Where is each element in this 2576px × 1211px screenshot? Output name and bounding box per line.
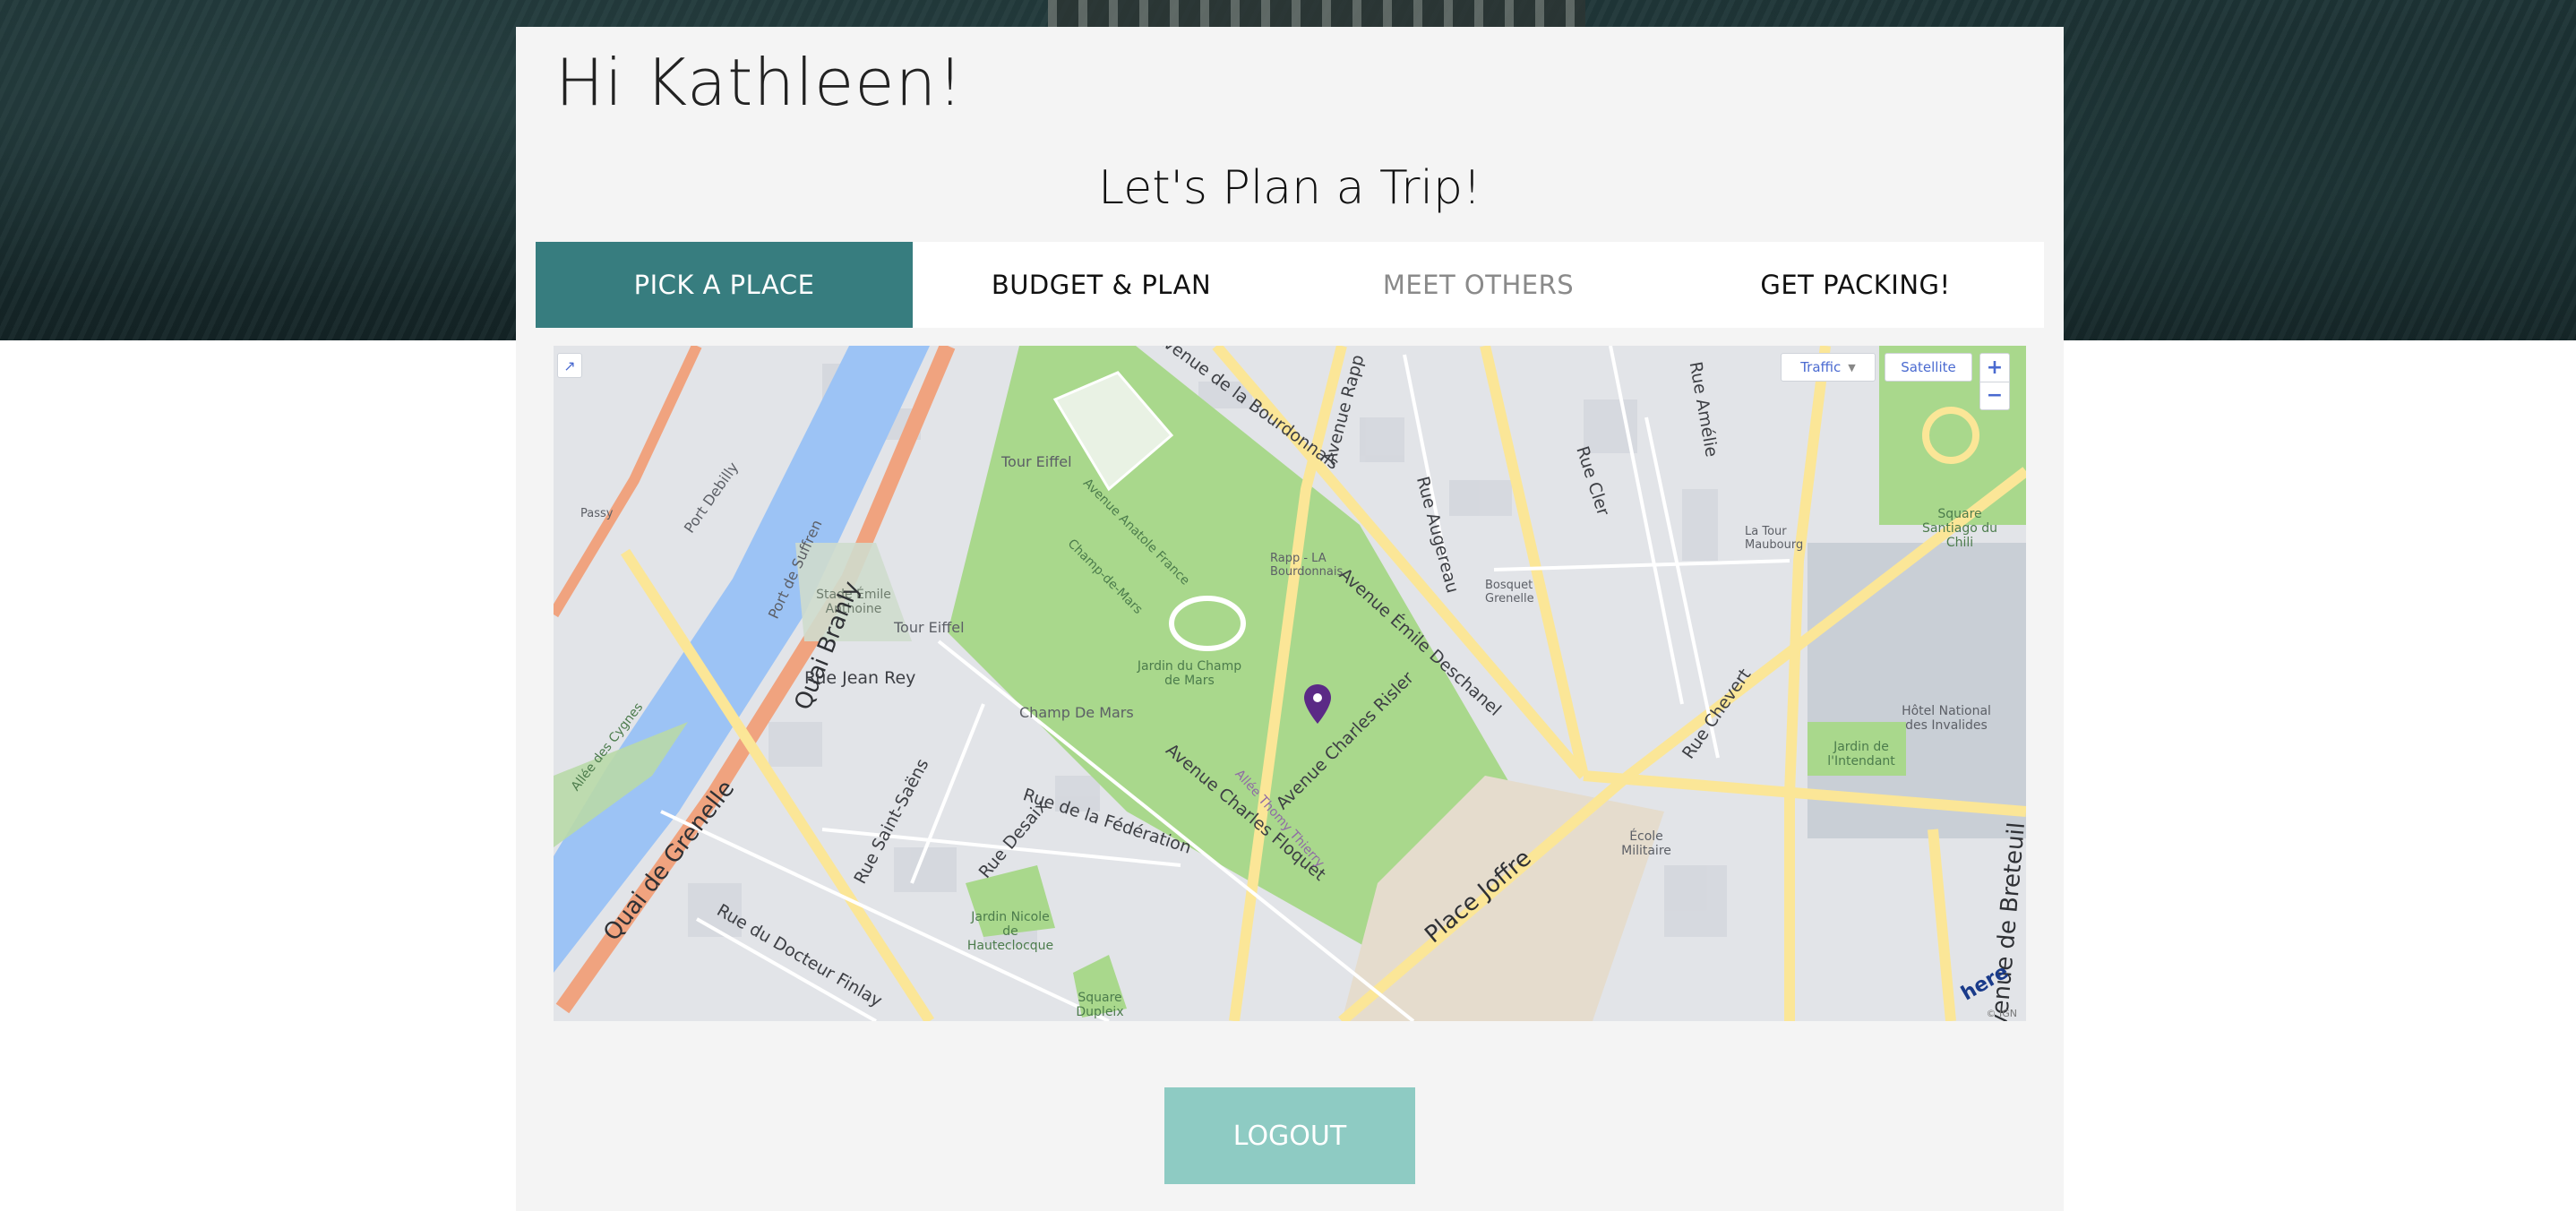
- map-label-rue-jean-rey: Rue Jean Rey: [804, 668, 916, 688]
- map-view[interactable]: Tour Eiffel Tour Eiffel Avenue Anatole F…: [554, 346, 2026, 1021]
- tab-get-packing[interactable]: GET PACKING!: [1667, 242, 2044, 328]
- tab-meet-others[interactable]: MEET OTHERS: [1290, 242, 1667, 328]
- trip-tabs: PICK A PLACE BUDGET & PLAN MEET OTHERS G…: [536, 242, 2044, 328]
- hero-railway-image: [1048, 0, 1585, 27]
- map-label-jardin-intendant: Jardin de l'Intendant: [1827, 740, 1895, 769]
- greeting-heading: Hi Kathleen!: [555, 45, 965, 120]
- page-subtitle: Let's Plan a Trip!: [1098, 161, 1481, 215]
- tab-budget-plan[interactable]: BUDGET & PLAN: [913, 242, 1290, 328]
- map-label-tour-eiffel-stop: Tour Eiffel: [894, 619, 965, 636]
- map-label-hotel-invalides: Hôtel National des Invalides: [1902, 704, 1991, 733]
- map-label-bosquet: Bosquet Grenelle: [1485, 579, 1534, 606]
- zoom-control: + −: [1979, 353, 2010, 410]
- map-label-jardin: Jardin du Champ de Mars: [1137, 659, 1242, 688]
- map-label-la-tour-maubourg: La Tour Maubourg: [1745, 525, 1804, 552]
- logout-button[interactable]: LOGOUT: [1164, 1087, 1415, 1184]
- map-label-tour-eiffel: Tour Eiffel: [1001, 453, 1072, 470]
- map-label-champ-de-mars-stop: Champ De Mars: [1019, 704, 1134, 721]
- chevron-down-icon: ▼: [1848, 361, 1856, 374]
- map-copyright: © IGN: [1986, 1008, 2018, 1019]
- zoom-out-button[interactable]: −: [1980, 382, 2009, 410]
- map-tiles: [554, 346, 2026, 1021]
- map-label-ecole-militaire: École Militaire: [1621, 829, 1671, 858]
- map-label-rapp-stop: Rapp - LA Bourdonnais: [1270, 552, 1344, 579]
- traffic-label: Traffic: [1800, 359, 1842, 375]
- map-label-passy: Passy: [580, 507, 614, 520]
- satellite-button[interactable]: Satellite: [1885, 353, 1972, 382]
- expand-map-icon[interactable]: ↗: [557, 353, 582, 378]
- zoom-in-button[interactable]: +: [1980, 354, 2009, 382]
- map-label-jardin-nicole: Jardin Nicole de Hauteclocque: [966, 910, 1054, 953]
- traffic-dropdown[interactable]: Traffic ▼: [1781, 353, 1876, 382]
- map-label-square-santiago: Square Santiago du Chili: [1922, 507, 1997, 550]
- main-card: Hi Kathleen! Let's Plan a Trip! PICK A P…: [516, 27, 2064, 1211]
- map-label-square-dupleix: Square Dupleix: [1076, 991, 1124, 1019]
- tab-pick-a-place[interactable]: PICK A PLACE: [536, 242, 913, 328]
